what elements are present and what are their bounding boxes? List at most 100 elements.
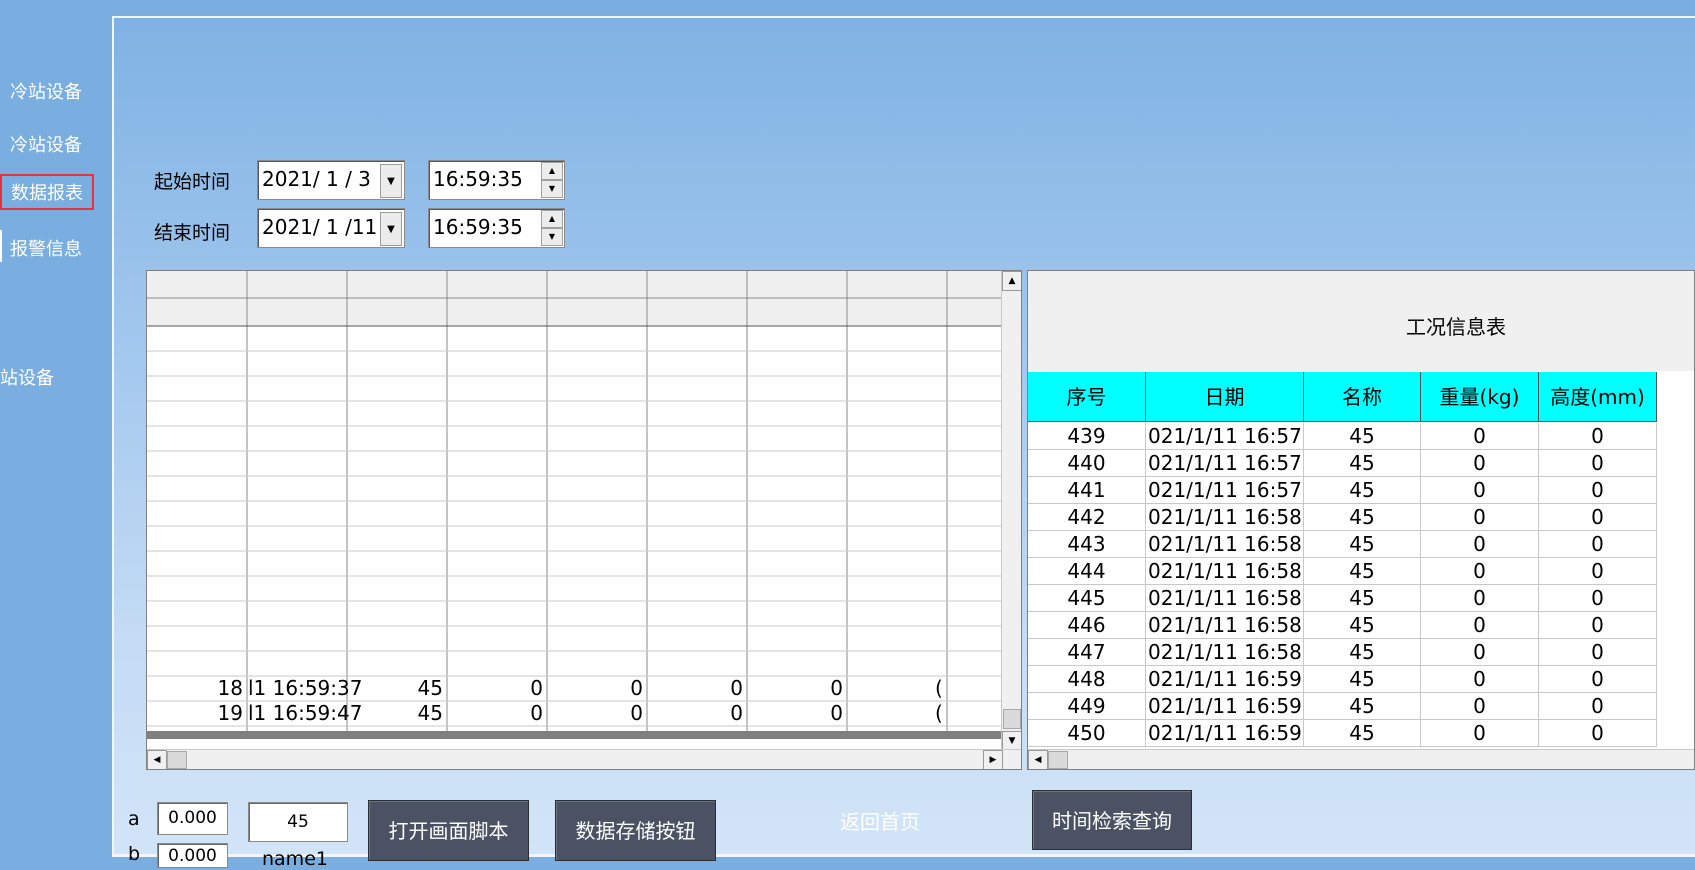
info-table-cell: 0 bbox=[1539, 585, 1657, 612]
info-table-cell: 45 bbox=[1304, 585, 1421, 612]
start-time-picker[interactable]: 16:59:35 ▲ ▼ bbox=[428, 160, 565, 200]
scroll-thumb[interactable] bbox=[167, 751, 187, 769]
info-table-cell: 0 bbox=[1539, 666, 1657, 693]
b-value-field[interactable]: 0.000 bbox=[157, 843, 228, 868]
data-grid-cell: ( bbox=[935, 676, 943, 700]
sidebar-marker bbox=[0, 230, 2, 262]
scroll-up-icon[interactable]: ▲ bbox=[1002, 271, 1021, 291]
info-table-cell: 45 bbox=[1304, 423, 1421, 450]
table-row[interactable]: 442 021/1/11 16:58:0 45 0 0 bbox=[1028, 504, 1694, 531]
info-table-cell: 45 bbox=[1304, 666, 1421, 693]
data-grid-cell: l1 16:59:37 bbox=[248, 676, 363, 700]
data-storage-button[interactable]: 数据存储按钮 bbox=[555, 800, 716, 861]
condition-info-panel[interactable]: 工况信息表 序号 日期 名称 重量(kg) 高度(mm) 439 021/1/11 16:… bbox=[1027, 270, 1695, 770]
info-table-cell: 021/1/11 16:58:5 bbox=[1146, 639, 1304, 666]
scroll-left-icon[interactable]: ◀ bbox=[147, 750, 167, 769]
info-table-cell: 444 bbox=[1028, 558, 1146, 585]
info-table-horizontal-scrollbar[interactable]: ◀ bbox=[1028, 749, 1694, 769]
info-table-cell: 0 bbox=[1421, 666, 1539, 693]
data-grid-horizontal-scrollbar[interactable]: ◀ ▶ bbox=[147, 749, 1021, 769]
data-grid-cell: 45 bbox=[417, 701, 443, 725]
info-table-cell: 449 bbox=[1028, 693, 1146, 720]
info-table-header[interactable]: 高度(mm) bbox=[1539, 372, 1657, 422]
spin-up-icon[interactable]: ▲ bbox=[541, 210, 563, 228]
table-row[interactable]: 449 021/1/11 16:59:1 45 0 0 bbox=[1028, 693, 1694, 720]
time-search-button[interactable]: 时间检索查询 bbox=[1032, 790, 1192, 850]
scroll-thumb[interactable] bbox=[1048, 751, 1068, 769]
sidebar-item-chiller-equipment-2[interactable]: 冷站设备 bbox=[10, 131, 82, 157]
end-time-spinner[interactable]: ▲ ▼ bbox=[541, 210, 563, 246]
scroll-left-icon[interactable]: ◀ bbox=[1028, 750, 1048, 769]
data-grid-cell: ( bbox=[935, 701, 943, 725]
open-screen-script-button[interactable]: 打开画面脚本 bbox=[368, 800, 529, 861]
info-table-cell: 0 bbox=[1421, 720, 1539, 747]
data-grid-cell: 0 bbox=[530, 701, 543, 725]
start-date-picker[interactable]: 2021/ 1 / 3 ▼ bbox=[257, 160, 405, 200]
data-grid-cell: 0 bbox=[730, 701, 743, 725]
info-table-cell: 021/1/11 16:57:5 bbox=[1146, 477, 1304, 504]
info-table-cell: 45 bbox=[1304, 612, 1421, 639]
name-label: name1 bbox=[262, 848, 328, 870]
info-table-cell: 445 bbox=[1028, 585, 1146, 612]
info-table-cell: 021/1/11 16:58:4 bbox=[1146, 612, 1304, 639]
sidebar-item-alarm-info[interactable]: 报警信息 bbox=[10, 235, 82, 261]
table-row[interactable]: 446 021/1/11 16:58:4 45 0 0 bbox=[1028, 612, 1694, 639]
a-value-field[interactable]: 0.000 bbox=[157, 802, 228, 835]
table-row[interactable]: 448 021/1/11 16:59:0 45 0 0 bbox=[1028, 666, 1694, 693]
info-table-cell: 021/1/11 16:58:0 bbox=[1146, 504, 1304, 531]
info-table-cell: 0 bbox=[1421, 423, 1539, 450]
info-table-cell: 439 bbox=[1028, 423, 1146, 450]
spin-up-icon[interactable]: ▲ bbox=[541, 162, 563, 180]
info-table-cell: 0 bbox=[1539, 612, 1657, 639]
table-row[interactable]: 445 021/1/11 16:58:3 45 0 0 bbox=[1028, 585, 1694, 612]
data-grid-cell: l1 16:59:47 bbox=[248, 701, 363, 725]
spin-down-icon[interactable]: ▼ bbox=[541, 228, 563, 246]
info-table-cell: 440 bbox=[1028, 450, 1146, 477]
info-table-header[interactable]: 名称 bbox=[1304, 372, 1421, 422]
info-table-cell: 021/1/11 16:59:0 bbox=[1146, 666, 1304, 693]
sidebar-item-station-equipment[interactable]: 站设备 bbox=[0, 364, 54, 390]
sidebar: 冷站设备 冷站设备 数据报表 报警信息 站设备 bbox=[0, 0, 112, 868]
info-table-cell: 021/1/11 16:58:3 bbox=[1146, 585, 1304, 612]
info-table-header[interactable]: 日期 bbox=[1146, 372, 1304, 422]
sidebar-item-data-report[interactable]: 数据报表 bbox=[0, 174, 94, 210]
data-grid-cell: 45 bbox=[417, 676, 443, 700]
return-home-link[interactable]: 返回首页 bbox=[840, 806, 920, 835]
data-grid[interactable]: 18 l1 16:59:37 45 0 0 0 0(19 l1 16:59:47 45 0 0 0 0(… bbox=[146, 270, 1022, 770]
info-table-cell: 448 bbox=[1028, 666, 1146, 693]
info-table-cell: 0 bbox=[1539, 450, 1657, 477]
scroll-right-icon[interactable]: ▶ bbox=[983, 750, 1003, 769]
b-label: b bbox=[128, 843, 141, 865]
scroll-down-icon[interactable]: ▼ bbox=[1002, 731, 1021, 751]
data-grid-cell: 0 bbox=[630, 676, 643, 700]
window-title-clipped bbox=[870, 0, 950, 8]
info-table-cell: 021/1/11 16:58:2 bbox=[1146, 558, 1304, 585]
table-row[interactable]: 441 021/1/11 16:57:5 45 0 0 bbox=[1028, 477, 1694, 504]
chevron-down-icon[interactable]: ▼ bbox=[380, 164, 402, 198]
info-table-header[interactable]: 重量(kg) bbox=[1421, 372, 1539, 422]
number-field[interactable]: 45 bbox=[248, 802, 348, 842]
info-table-header[interactable]: 序号 bbox=[1028, 372, 1146, 422]
info-table-cell: 021/1/11 16:59:2 bbox=[1146, 720, 1304, 747]
table-row[interactable]: 443 021/1/11 16:58:1 45 0 0 bbox=[1028, 531, 1694, 558]
info-table-cell: 450 bbox=[1028, 720, 1146, 747]
info-table-cell: 45 bbox=[1304, 504, 1421, 531]
info-table-cell: 45 bbox=[1304, 558, 1421, 585]
scroll-thumb[interactable] bbox=[1003, 709, 1021, 729]
table-row[interactable]: 447 021/1/11 16:58:5 45 0 0 bbox=[1028, 639, 1694, 666]
info-table-cell: 0 bbox=[1539, 504, 1657, 531]
spin-down-icon[interactable]: ▼ bbox=[541, 180, 563, 198]
start-time-spinner[interactable]: ▲ ▼ bbox=[541, 162, 563, 198]
table-row[interactable]: 450 021/1/11 16:59:2 45 0 0 bbox=[1028, 720, 1694, 747]
table-row[interactable]: 444 021/1/11 16:58:2 45 0 0 bbox=[1028, 558, 1694, 585]
end-date-picker[interactable]: 2021/ 1 /11 ▼ bbox=[257, 208, 405, 248]
data-grid-vertical-scrollbar[interactable]: ▲ ▼ bbox=[1001, 271, 1021, 751]
table-row[interactable]: 440 021/1/11 16:57:4 45 0 0 bbox=[1028, 450, 1694, 477]
table-row[interactable]: 439 021/1/11 16:57:3 45 0 0 bbox=[1028, 423, 1694, 450]
info-table-cell: 0 bbox=[1539, 639, 1657, 666]
end-time-picker[interactable]: 16:59:35 ▲ ▼ bbox=[428, 208, 565, 248]
sidebar-item-chiller-equipment-1[interactable]: 冷站设备 bbox=[10, 78, 82, 104]
start-time-label: 起始时间 bbox=[154, 171, 231, 193]
info-table-cell: 0 bbox=[1421, 558, 1539, 585]
chevron-down-icon[interactable]: ▼ bbox=[380, 212, 402, 246]
